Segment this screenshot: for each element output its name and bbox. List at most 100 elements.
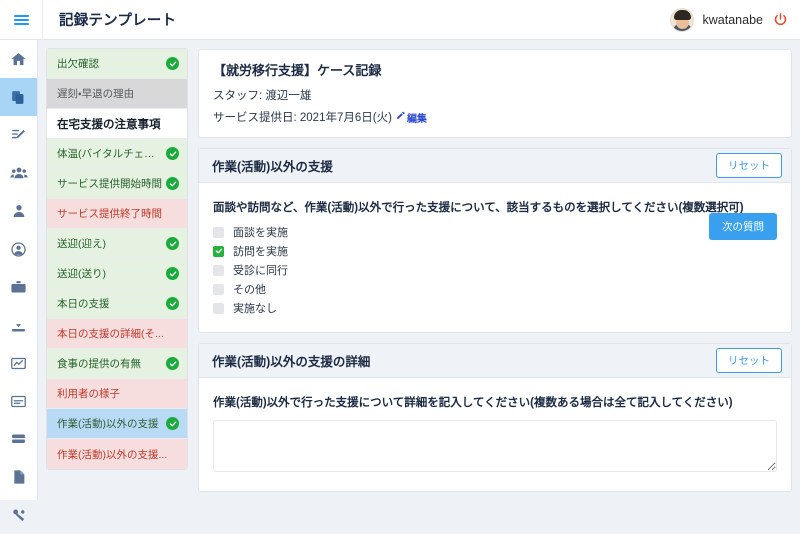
template-row[interactable]: 遅刻・早退の理由 xyxy=(47,79,187,109)
user-circle-icon xyxy=(10,241,27,258)
rail-item-tools[interactable] xyxy=(0,496,37,534)
next-question-button[interactable]: 次の質問 xyxy=(709,213,777,240)
template-row[interactable]: 本日の支援の詳細(そ... xyxy=(47,319,187,349)
pencil-icon xyxy=(396,111,405,123)
checkbox-unchecked-icon[interactable] xyxy=(213,283,224,295)
check-circle-icon xyxy=(166,147,179,160)
template-label: 本日の支援 xyxy=(57,298,110,310)
edit-date-link[interactable]: 編集 xyxy=(396,110,427,125)
icon-rail-nav xyxy=(0,40,38,521)
person-icon xyxy=(11,203,27,219)
template-label: 送迎(送り) xyxy=(57,268,106,280)
app-title: 記録テンプレート xyxy=(59,13,177,29)
checkbox-option[interactable]: その他 xyxy=(213,280,777,298)
checkbox-option[interactable]: 訪問を実施 xyxy=(213,242,777,260)
check-circle-icon xyxy=(166,417,179,430)
template-label: 作業(活動)以外の支援 xyxy=(57,418,159,430)
username-label[interactable]: kwatanabe xyxy=(703,13,763,27)
rail-item-users-group[interactable] xyxy=(0,154,37,192)
support-section-title: 作業(活動)以外の支援 xyxy=(212,160,333,174)
detail-question: 作業(活動)以外で行った支援について詳細を記入してください(複数ある場合は全て記… xyxy=(213,397,733,409)
template-label: 食事の提供の有無 xyxy=(57,358,141,370)
checkbox-label: 受診に同行 xyxy=(233,265,288,277)
topbar-user-area: kwatanabe xyxy=(669,7,800,32)
rail-item-chart[interactable] xyxy=(0,344,37,382)
template-row[interactable]: 送迎(送り) xyxy=(47,259,187,289)
template-row[interactable]: 本日の支援 xyxy=(47,289,187,319)
service-date-text: サービス提供日: 2021年7月6日(火) xyxy=(213,112,392,124)
rail-item-person[interactable] xyxy=(0,192,37,230)
template-row-active[interactable]: 作業(活動)以外の支援 xyxy=(47,409,187,439)
template-row[interactable]: サービス提供開始時間 xyxy=(47,169,187,199)
document-copy-icon xyxy=(10,89,27,106)
checkbox-label: 実施なし xyxy=(233,303,277,315)
detail-section-header: 作業(活動)以外の支援の詳細 リセット xyxy=(199,344,791,378)
rail-item-templates[interactable] xyxy=(0,78,37,116)
template-row[interactable]: 利用者の様子 xyxy=(47,379,187,409)
detail-section-card: 作業(活動)以外の支援の詳細 リセット 作業(活動)以外で行った支援について詳細… xyxy=(198,343,792,492)
detail-section-body: 作業(活動)以外で行った支援について詳細を記入してください(複数ある場合は全て記… xyxy=(199,378,791,491)
checkbox-option[interactable]: 面談を実施 xyxy=(213,223,777,241)
service-date-line: サービス提供日: 2021年7月6日(火) 編集 xyxy=(213,109,777,125)
detail-textarea[interactable] xyxy=(213,420,777,472)
signature-pen-icon xyxy=(10,127,27,144)
power-off-icon[interactable] xyxy=(772,12,788,28)
checkbox-checked-icon[interactable] xyxy=(213,245,224,257)
template-label: サービス提供終了時間 xyxy=(57,208,162,220)
rail-item-user-circle[interactable] xyxy=(0,230,37,268)
template-row[interactable]: 送迎(迎え) xyxy=(47,229,187,259)
topbar-divider xyxy=(42,0,43,40)
home-icon xyxy=(10,51,27,68)
rail-item-download[interactable] xyxy=(0,306,37,344)
checkbox-option[interactable]: 実施なし xyxy=(213,299,777,317)
staff-text: スタッフ: 渡辺一雄 xyxy=(213,90,312,102)
template-list: 出欠確認 遅刻・早退の理由 在宅支援の注意事項 体温(バイタルチェック) サービ… xyxy=(46,48,188,470)
window-list-icon xyxy=(10,393,27,410)
hamburger-bar xyxy=(13,14,29,17)
checkbox-label: 訪問を実施 xyxy=(233,246,288,258)
template-row[interactable]: 出欠確認 xyxy=(47,49,187,79)
support-section-card: 作業(活動)以外の支援 リセット 面談や訪問など、作業(活動)以外で行った支援に… xyxy=(198,148,792,333)
detail-section-title: 作業(活動)以外の支援の詳細 xyxy=(212,355,371,369)
checkbox-unchecked-icon[interactable] xyxy=(213,302,224,314)
template-label: 在宅支援の注意事項 xyxy=(57,118,161,131)
rail-item-signature[interactable] xyxy=(0,116,37,154)
users-group-icon xyxy=(9,164,28,182)
check-circle-icon xyxy=(166,57,179,70)
template-row[interactable]: 食事の提供の有無 xyxy=(47,349,187,379)
template-label: 送迎(迎え) xyxy=(57,238,106,250)
check-circle-icon xyxy=(166,237,179,250)
rail-item-home[interactable] xyxy=(0,40,37,78)
template-label: 本日の支援の詳細(そ... xyxy=(57,328,164,340)
server-stack-icon xyxy=(10,431,27,448)
hamburger-menu-icon[interactable] xyxy=(0,0,42,40)
support-section-body: 面談や訪問など、作業(活動)以外で行った支援について、該当するものを選択してくだ… xyxy=(199,183,791,332)
template-row[interactable]: 在宅支援の注意事項 xyxy=(47,109,187,139)
check-circle-icon xyxy=(166,297,179,310)
rail-item-briefcase[interactable] xyxy=(0,268,37,306)
file-icon xyxy=(11,469,27,485)
check-circle-icon xyxy=(166,177,179,190)
avatar[interactable] xyxy=(669,7,694,32)
checkbox-unchecked-icon[interactable] xyxy=(213,264,224,276)
reset-button-detail[interactable]: リセット xyxy=(716,348,782,373)
checkbox-option[interactable]: 受診に同行 xyxy=(213,261,777,279)
checkbox-unchecked-icon[interactable] xyxy=(213,226,224,238)
edit-label: 編集 xyxy=(406,113,427,125)
template-label: サービス提供開始時間 xyxy=(57,178,162,190)
template-row[interactable]: 体温(バイタルチェック) xyxy=(47,139,187,169)
avatar-hair xyxy=(673,9,691,20)
rail-item-server-stack[interactable] xyxy=(0,420,37,458)
tools-icon xyxy=(10,507,27,524)
hamburger-bar xyxy=(13,18,29,21)
briefcase-icon xyxy=(10,279,27,296)
rail-item-window-list[interactable] xyxy=(0,382,37,420)
template-row[interactable]: サービス提供終了時間 xyxy=(47,199,187,229)
rail-item-file[interactable] xyxy=(0,458,37,496)
template-row[interactable]: 作業(活動)以外の支援... xyxy=(47,439,187,469)
check-circle-icon xyxy=(166,267,179,280)
top-bar: 記録テンプレート kwatanabe xyxy=(0,0,800,40)
reset-button-support[interactable]: リセット xyxy=(716,153,782,178)
template-label: 利用者の様子 xyxy=(57,388,120,400)
template-label: 出欠確認 xyxy=(57,58,99,70)
